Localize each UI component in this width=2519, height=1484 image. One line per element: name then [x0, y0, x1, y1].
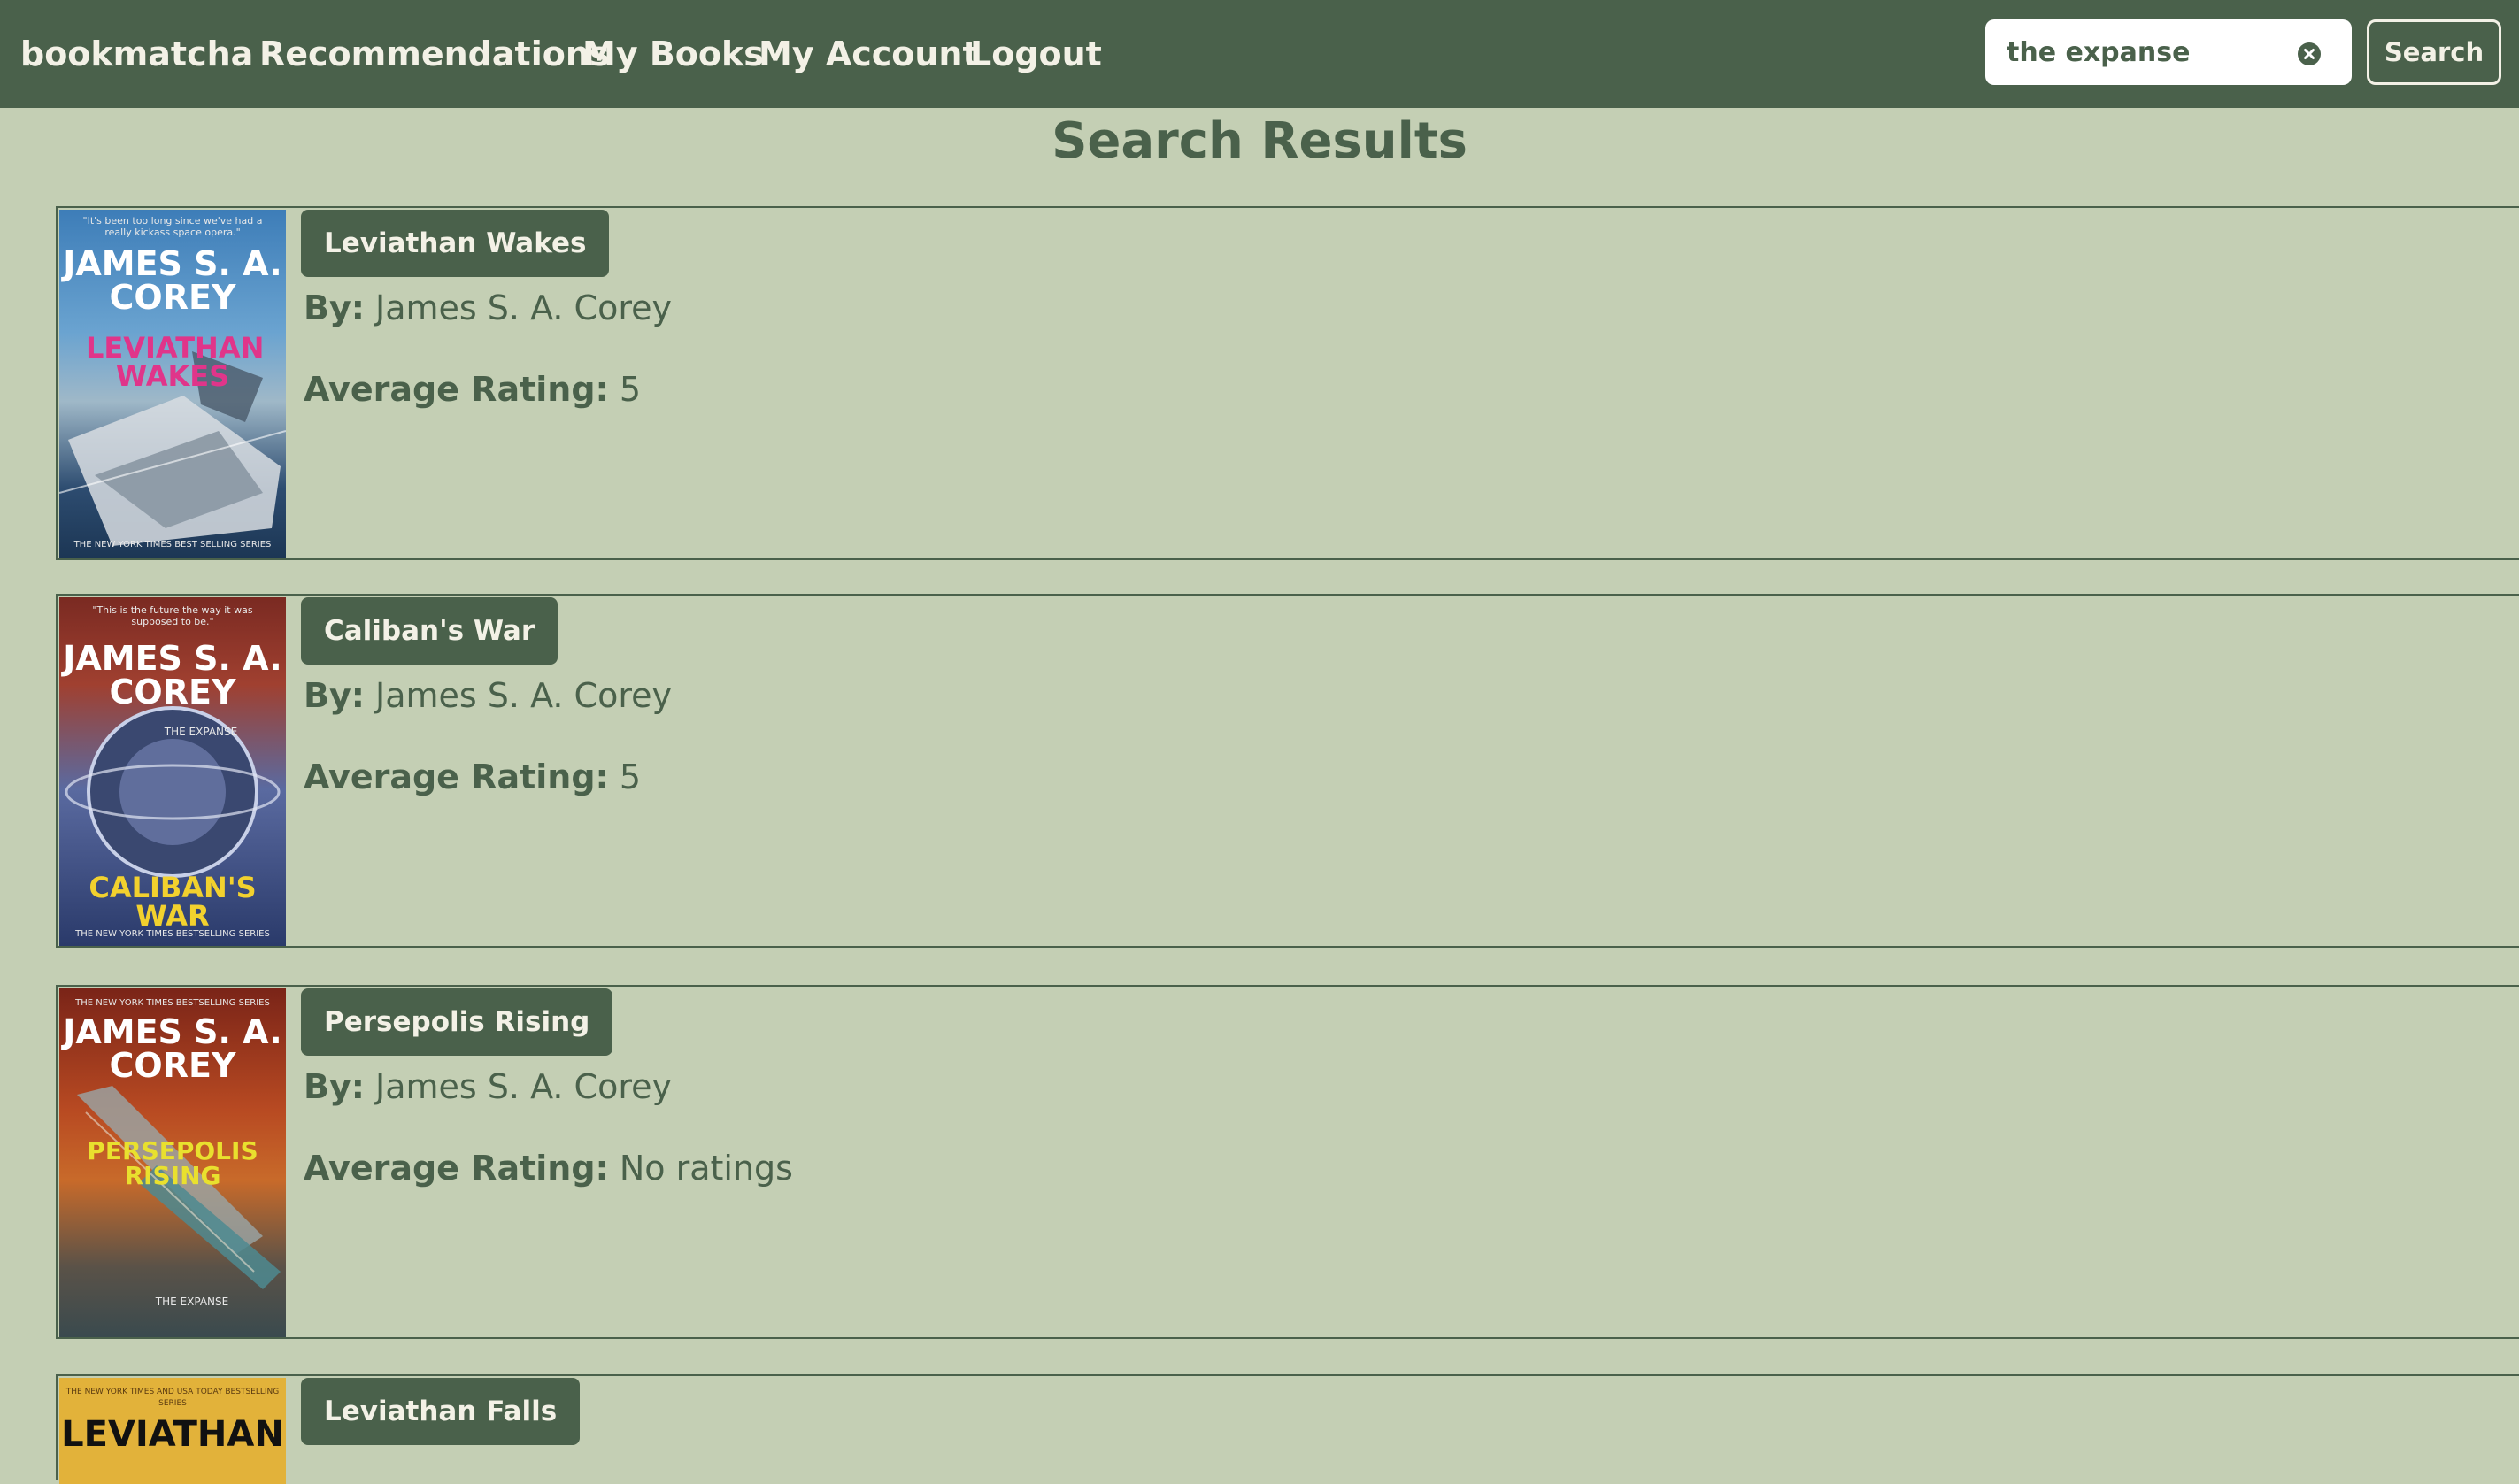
cover-title: PERSEPOLIS RISING — [87, 1136, 258, 1190]
page-title: Search Results — [1052, 112, 1467, 170]
result-card: "It's been too long since we've had a re… — [56, 206, 2519, 560]
cover-author: JAMES S. A. COREY — [63, 1012, 282, 1085]
nav-recommendations[interactable]: Recommendations — [259, 0, 610, 108]
book-cover[interactable]: "It's been too long since we've had a re… — [59, 210, 286, 558]
result-card: THE NEW YORK TIMES BESTSELLING SERIES JA… — [56, 985, 2519, 1339]
cover-title: LEVIATHAN — [61, 1414, 284, 1455]
nav-my-books[interactable]: My Books — [582, 0, 764, 108]
nav-my-account[interactable]: My Account — [759, 0, 979, 108]
book-cover[interactable]: THE NEW YORK TIMES BESTSELLING SERIES JA… — [59, 988, 286, 1337]
rating-line: Average Rating: 5 — [304, 757, 642, 796]
rating-value: 5 — [619, 370, 642, 409]
book-title-button[interactable]: Persepolis Rising — [301, 988, 613, 1056]
author-line: By: James S. A. Corey — [304, 1067, 672, 1106]
author-value: James S. A. Corey — [375, 676, 672, 715]
nav-logout[interactable]: Logout — [970, 0, 1102, 108]
result-card: THE NEW YORK TIMES AND USA TODAY BESTSEL… — [56, 1374, 2519, 1484]
search-box — [1985, 19, 2352, 85]
top-navbar: bookmatcha Recommendations My Books My A… — [0, 0, 2519, 108]
cover-title: LEVIATHAN WAKES — [86, 331, 265, 393]
rating-line: Average Rating: No ratings — [304, 1149, 793, 1188]
rating-line: Average Rating: 5 — [304, 370, 642, 409]
rating-value: No ratings — [619, 1149, 793, 1188]
result-card: "This is the future the way it was suppo… — [56, 594, 2519, 948]
cover-author: JAMES S. A. COREY — [63, 244, 282, 317]
book-title-button[interactable]: Leviathan Wakes — [301, 210, 610, 277]
brand-link[interactable]: bookmatcha — [20, 0, 253, 108]
book-title-button[interactable]: Leviathan Falls — [301, 1378, 581, 1445]
author-value: James S. A. Corey — [375, 288, 672, 327]
book-cover[interactable]: "This is the future the way it was suppo… — [59, 597, 286, 946]
cover-author: JAMES S. A. COREY — [63, 639, 282, 711]
author-line: By: James S. A. Corey — [304, 288, 672, 327]
search-button[interactable]: Search — [2367, 19, 2501, 85]
author-value: James S. A. Corey — [375, 1067, 672, 1106]
author-line: By: James S. A. Corey — [304, 676, 672, 715]
book-cover[interactable]: THE NEW YORK TIMES AND USA TODAY BESTSEL… — [59, 1378, 286, 1484]
rating-value: 5 — [619, 757, 642, 796]
clear-search-icon[interactable] — [2298, 42, 2321, 65]
cover-title: CALIBAN'S WAR — [89, 871, 257, 933]
book-title-button[interactable]: Caliban's War — [301, 597, 558, 665]
search-input[interactable] — [2007, 19, 2290, 85]
